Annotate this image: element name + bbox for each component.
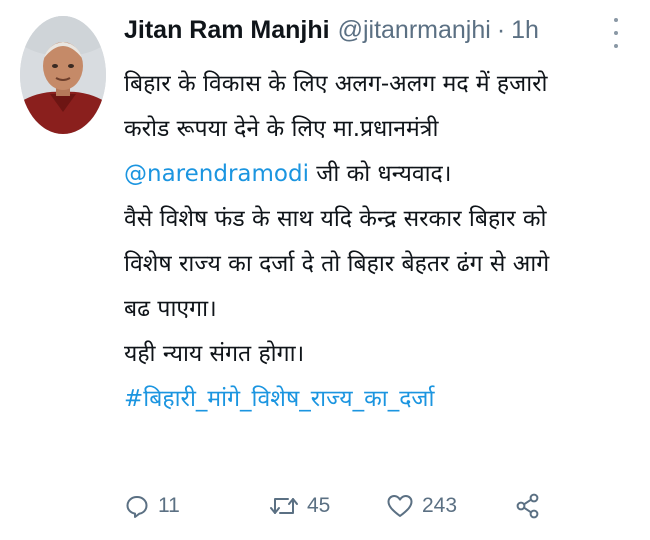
timestamp[interactable]: 1h xyxy=(511,16,539,45)
avatar[interactable] xyxy=(20,16,106,134)
tweet-text-line: यही न्याय संगत होगा। xyxy=(124,341,305,367)
hashtag-link[interactable]: #बिहारी_मांगे_विशेष_राज्य_का_दर्जा xyxy=(124,377,634,422)
tweet-text-line: बिहार के विकास के लिए अलग-अलग मद में हजा… xyxy=(124,71,548,97)
user-handle[interactable]: @jitanrmanjhi xyxy=(338,16,491,45)
retweet-count: 45 xyxy=(307,494,331,517)
retweet-button[interactable]: 45 xyxy=(269,488,330,524)
tweet-text-segment: जी को धन्यवाद। xyxy=(308,161,452,187)
tweet-text: बिहार के विकास के लिए अलग-अलग मद में हजा… xyxy=(124,62,634,422)
reply-button[interactable]: 11 xyxy=(124,488,180,524)
separator-dot: · xyxy=(496,15,506,44)
action-bar: 11 45 243 xyxy=(124,488,564,524)
tweet-text-line: @narendramodi जी को धन्यवाद। xyxy=(124,152,634,197)
reply-count: 11 xyxy=(158,494,180,517)
reply-icon xyxy=(124,493,150,519)
more-options-icon[interactable] xyxy=(606,18,626,48)
mention-link[interactable]: @narendramodi xyxy=(124,161,309,187)
like-count: 243 xyxy=(422,494,458,517)
retweet-icon xyxy=(269,493,299,519)
share-button[interactable] xyxy=(514,488,542,524)
tweet-text-line: बढ पाएगा। xyxy=(124,296,217,322)
tweet-text-line: करोड रूपया देने के लिए मा.प्रधानमंत्री xyxy=(124,116,439,142)
tweet-header: Jitan Ram Manjhi @jitanrmanjhi · 1h xyxy=(124,12,539,48)
tweet-text-line: विशेष राज्य का दर्जा दे तो बिहार बेहतर ढ… xyxy=(124,251,550,277)
heart-icon xyxy=(386,493,414,519)
display-name[interactable]: Jitan Ram Manjhi xyxy=(124,16,330,45)
tweet-text-line: वैसे विशेष फंड के साथ यदि केन्द्र सरकार … xyxy=(124,206,547,232)
like-button[interactable]: 243 xyxy=(386,488,457,524)
tweet-card[interactable]: Jitan Ram Manjhi @jitanrmanjhi · 1h बिहा… xyxy=(0,0,650,540)
share-icon xyxy=(514,492,542,520)
